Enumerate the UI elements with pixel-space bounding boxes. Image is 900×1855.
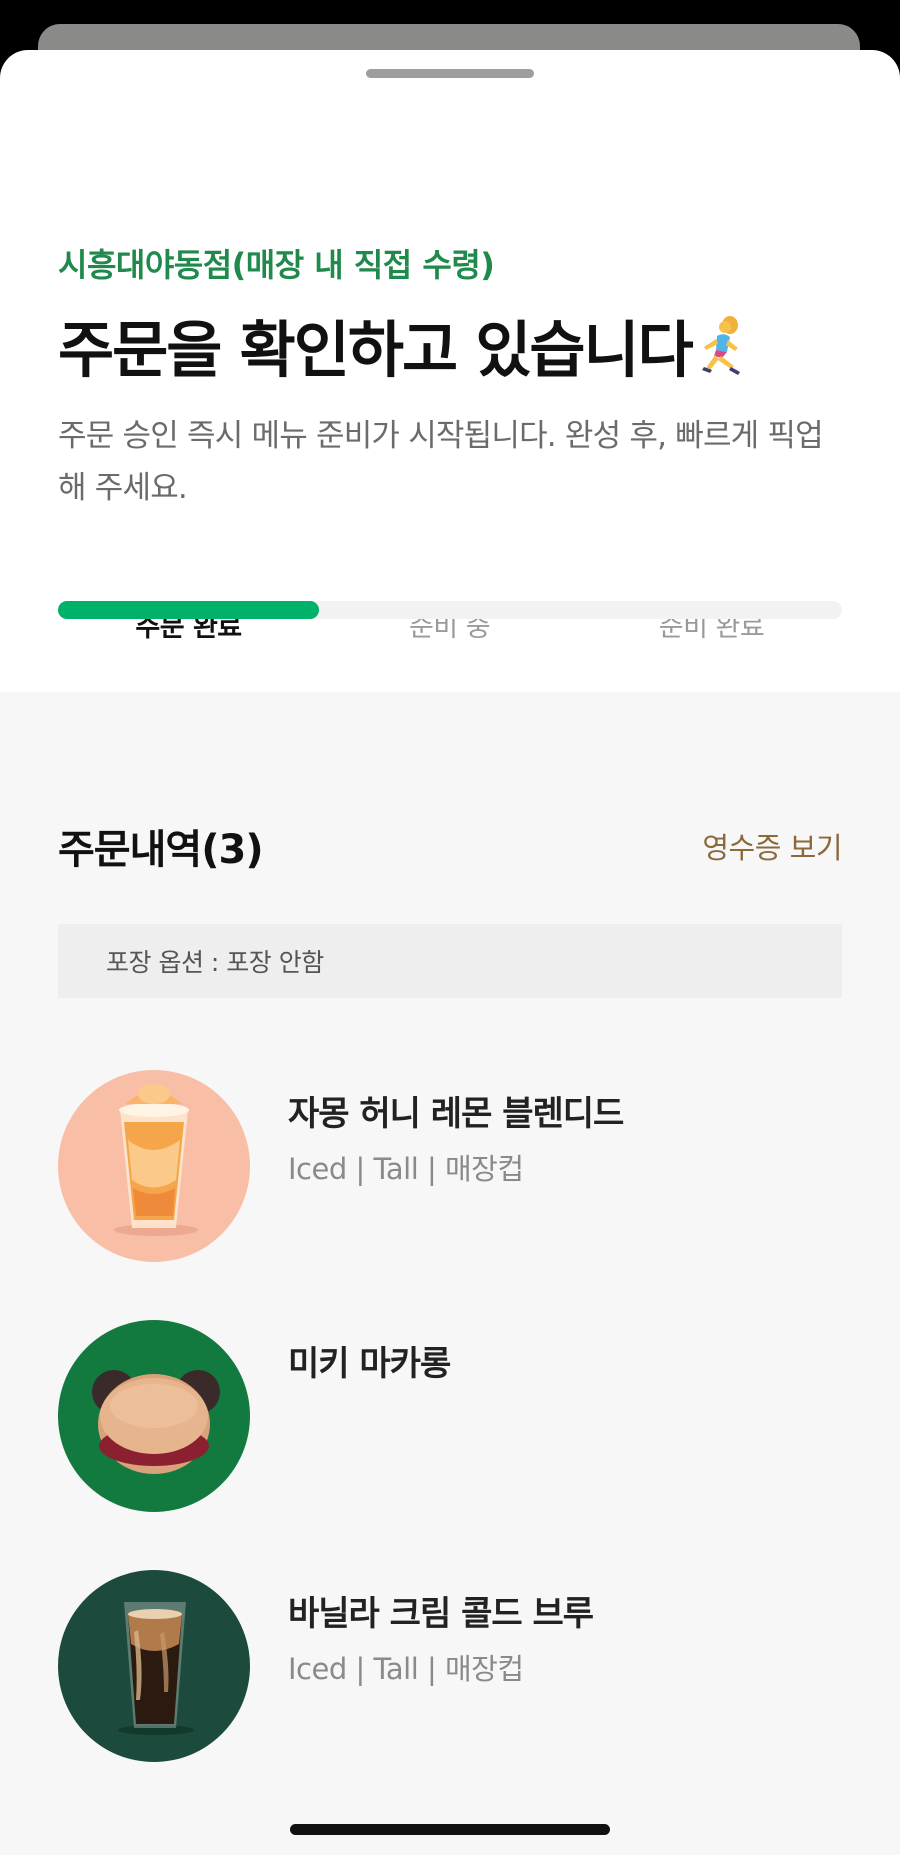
progress-bar-fill	[58, 601, 320, 619]
order-item-grapefruit-honey-lemon-blended[interactable]: 자몽 허니 레몬 블렌디드 Iced | Tall | 매장컵	[58, 1070, 842, 1262]
mickey-macaron-icon	[58, 1320, 250, 1512]
sheet-grabber-handle[interactable]	[366, 69, 534, 78]
packaging-option-text: 포장 옵션 : 포장 안함	[106, 948, 324, 977]
headline-text: 주문을 확인하고 있습니다	[58, 315, 694, 386]
order-details-section: 주문내역(3) 영수증 보기 포장 옵션 : 포장 안함 자몽 허니 레몬 블렌…	[0, 692, 900, 1855]
blended-drink-icon	[58, 1070, 250, 1262]
person-running-icon	[694, 310, 756, 380]
item-options: Iced | Tall | 매장컵	[288, 1152, 524, 1186]
cold-brew-icon	[58, 1570, 250, 1762]
order-item-vanilla-cream-cold-brew[interactable]: 바닐라 크림 콜드 브루 Iced | Tall | 매장컵	[58, 1570, 842, 1762]
packaging-option: 포장 옵션 : 포장 안함	[58, 924, 842, 998]
progress-bar	[58, 601, 842, 619]
order-list-title: 주문내역(3)	[58, 827, 264, 873]
order-status-description: 주문 승인 즉시 메뉴 준비가 시작됩니다. 완성 후, 빠르게 픽업해 주세요…	[58, 418, 824, 506]
item-options: Iced | Tall | 매장컵	[288, 1652, 524, 1686]
item-name: 바닐라 크림 콜드 브루	[288, 1594, 594, 1634]
page-title: 주문을 확인하고 있습니다	[58, 300, 756, 389]
item-name: 자몽 허니 레몬 블렌디드	[288, 1094, 624, 1134]
home-indicator[interactable]	[290, 1824, 610, 1835]
order-item-mickey-macaron[interactable]: 미키 마카롱	[58, 1320, 842, 1512]
store-name: 시흥대야동점(매장 내 직접 수령)	[58, 246, 495, 284]
order-status-sheet: 시흥대야동점(매장 내 직접 수령) 주문을 확인하고 있습니다 주문 승인 즉…	[0, 50, 900, 1855]
item-name: 미키 마카롱	[288, 1344, 451, 1384]
view-receipt-link[interactable]: 영수증 보기	[702, 825, 842, 867]
